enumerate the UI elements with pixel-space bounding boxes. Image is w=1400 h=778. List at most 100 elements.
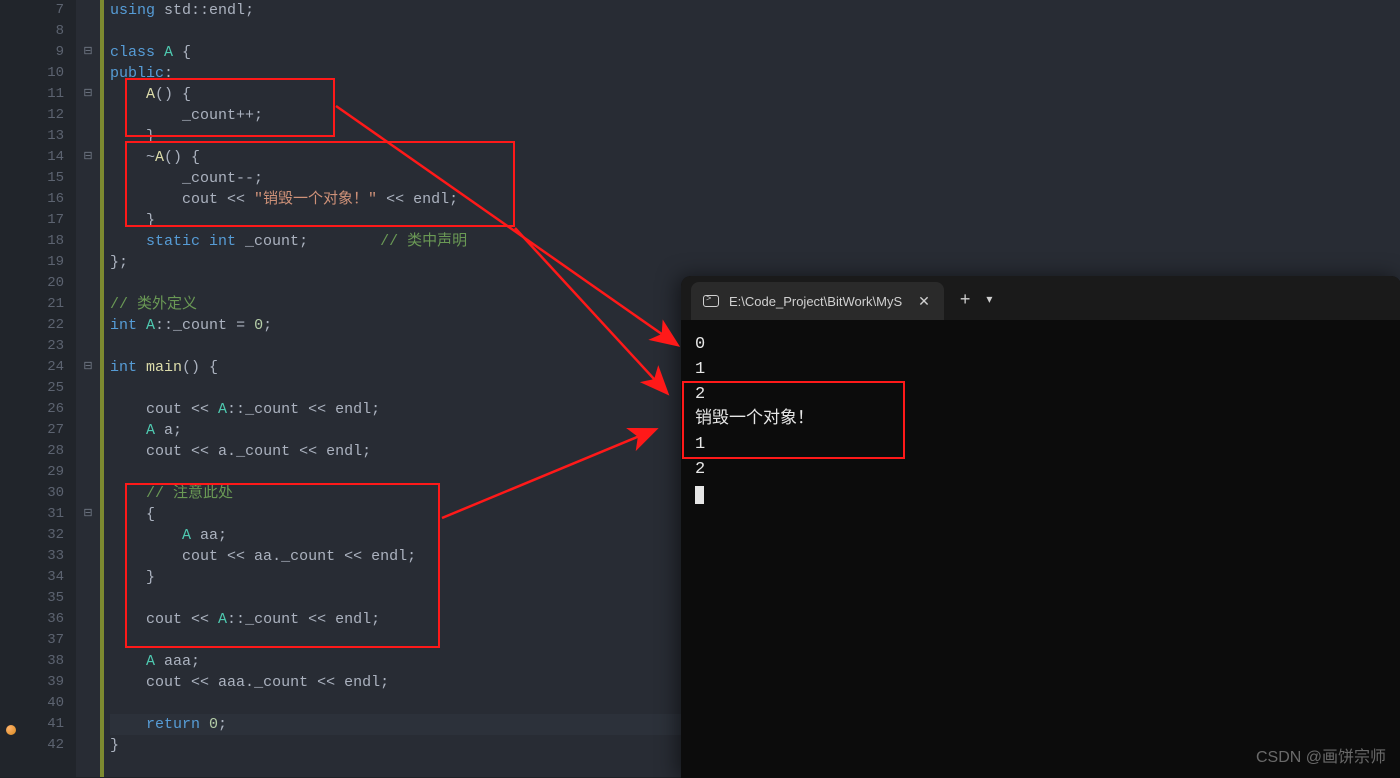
fold-toggle-icon[interactable] <box>76 231 100 252</box>
line-number: 38 <box>22 651 64 672</box>
terminal-cursor-line <box>695 482 1387 507</box>
line-number: 39 <box>22 672 64 693</box>
line-number: 8 <box>22 21 64 42</box>
fold-toggle-icon[interactable] <box>76 693 100 714</box>
line-number: 19 <box>22 252 64 273</box>
fold-toggle-icon[interactable] <box>76 0 100 21</box>
code-line[interactable]: A() { <box>110 84 1400 105</box>
line-number: 9 <box>22 42 64 63</box>
line-number: 29 <box>22 462 64 483</box>
tab-dropdown-icon[interactable]: ▾ <box>986 292 992 306</box>
fold-toggle-icon[interactable] <box>76 672 100 693</box>
code-line[interactable]: _count++; <box>110 105 1400 126</box>
terminal-output[interactable]: 0 1 2 销毁一个对象！ 1 2 <box>681 320 1400 519</box>
fold-toggle-icon[interactable] <box>76 567 100 588</box>
terminal-line: 1 <box>695 432 1387 457</box>
line-number: 17 <box>22 210 64 231</box>
line-number: 32 <box>22 525 64 546</box>
line-number: 21 <box>22 294 64 315</box>
terminal-line: 0 <box>695 332 1387 357</box>
line-number: 23 <box>22 336 64 357</box>
line-number: 27 <box>22 420 64 441</box>
line-number: 11 <box>22 84 64 105</box>
fold-toggle-icon[interactable]: ⊟ <box>76 504 100 525</box>
marker-gutter <box>0 0 22 777</box>
fold-toggle-icon[interactable] <box>76 189 100 210</box>
fold-toggle-icon[interactable] <box>76 483 100 504</box>
fold-toggle-icon[interactable] <box>76 525 100 546</box>
fold-toggle-icon[interactable] <box>76 399 100 420</box>
line-number: 30 <box>22 483 64 504</box>
fold-toggle-icon[interactable] <box>76 630 100 651</box>
fold-toggle-icon[interactable] <box>76 714 100 735</box>
code-line[interactable]: } <box>110 210 1400 231</box>
line-number: 24 <box>22 357 64 378</box>
terminal-line: 1 <box>695 357 1387 382</box>
fold-toggle-icon[interactable] <box>76 273 100 294</box>
fold-toggle-icon[interactable] <box>76 252 100 273</box>
code-line[interactable]: using std::endl; <box>110 0 1400 21</box>
fold-toggle-icon[interactable] <box>76 315 100 336</box>
line-number: 40 <box>22 693 64 714</box>
fold-toggle-icon[interactable] <box>76 546 100 567</box>
fold-toggle-icon[interactable]: ⊟ <box>76 147 100 168</box>
fold-toggle-icon[interactable]: ⊟ <box>76 357 100 378</box>
fold-toggle-icon[interactable] <box>76 294 100 315</box>
fold-toggle-icon[interactable]: ⊟ <box>76 84 100 105</box>
terminal-line: 2 <box>695 457 1387 482</box>
code-line[interactable]: public: <box>110 63 1400 84</box>
fold-toggle-icon[interactable] <box>76 378 100 399</box>
code-line[interactable]: class A { <box>110 42 1400 63</box>
line-number: 22 <box>22 315 64 336</box>
fold-toggle-icon[interactable] <box>76 168 100 189</box>
line-number: 41 <box>22 714 64 735</box>
fold-toggle-icon[interactable] <box>76 462 100 483</box>
fold-toggle-icon[interactable] <box>76 588 100 609</box>
line-number-gutter: 7 8 9 10 11 12 13 14 15 16 17 18 19 20 2… <box>22 0 76 777</box>
line-number: 34 <box>22 567 64 588</box>
code-line[interactable]: _count--; <box>110 168 1400 189</box>
line-number: 33 <box>22 546 64 567</box>
line-number: 10 <box>22 63 64 84</box>
fold-toggle-icon[interactable] <box>76 210 100 231</box>
fold-toggle-icon[interactable] <box>76 21 100 42</box>
terminal-tab-title: E:\Code_Project\BitWork\MyS <box>729 294 902 309</box>
tab-close-icon[interactable]: ✕ <box>918 293 930 310</box>
line-number: 15 <box>22 168 64 189</box>
code-line[interactable] <box>110 21 1400 42</box>
code-line[interactable]: cout << "销毁一个对象！" << endl; <box>110 189 1400 210</box>
fold-toggle-icon[interactable] <box>76 63 100 84</box>
code-line[interactable]: }; <box>110 252 1400 273</box>
line-number: 37 <box>22 630 64 651</box>
line-number: 16 <box>22 189 64 210</box>
line-number: 42 <box>22 735 64 756</box>
terminal-titlebar[interactable]: E:\Code_Project\BitWork\MyS ✕ + ▾ <box>681 276 1400 320</box>
terminal-window[interactable]: E:\Code_Project\BitWork\MyS ✕ + ▾ 0 1 2 … <box>681 276 1400 778</box>
line-number: 26 <box>22 399 64 420</box>
code-line[interactable]: } <box>110 126 1400 147</box>
terminal-tab[interactable]: E:\Code_Project\BitWork\MyS ✕ <box>691 282 944 320</box>
fold-toggle-icon[interactable] <box>76 609 100 630</box>
fold-toggle-icon[interactable] <box>76 126 100 147</box>
fold-toggle-icon[interactable] <box>76 420 100 441</box>
line-number: 36 <box>22 609 64 630</box>
terminal-line: 销毁一个对象！ <box>695 407 1387 432</box>
fold-toggle-icon[interactable] <box>76 651 100 672</box>
fold-toggle-icon[interactable]: ⊟ <box>76 42 100 63</box>
fold-toggle-icon[interactable] <box>76 441 100 462</box>
fold-toggle-icon[interactable] <box>76 735 100 756</box>
gutter-breakpoint-icon[interactable] <box>6 725 16 735</box>
watermark: CSDN @画饼宗师 <box>1256 743 1386 767</box>
line-number: 18 <box>22 231 64 252</box>
code-line[interactable]: static int _count; // 类中声明 <box>110 231 1400 252</box>
fold-toggle-icon[interactable] <box>76 336 100 357</box>
line-number: 20 <box>22 273 64 294</box>
terminal-line: 2 <box>695 382 1387 407</box>
line-number: 13 <box>22 126 64 147</box>
line-number: 7 <box>22 0 64 21</box>
terminal-icon <box>703 295 719 307</box>
fold-toggle-icon[interactable] <box>76 105 100 126</box>
new-tab-button[interactable]: + <box>944 289 987 310</box>
code-line[interactable]: ~A() { <box>110 147 1400 168</box>
fold-gutter: ⊟ ⊟ ⊟ ⊟ ⊟ <box>76 0 100 777</box>
